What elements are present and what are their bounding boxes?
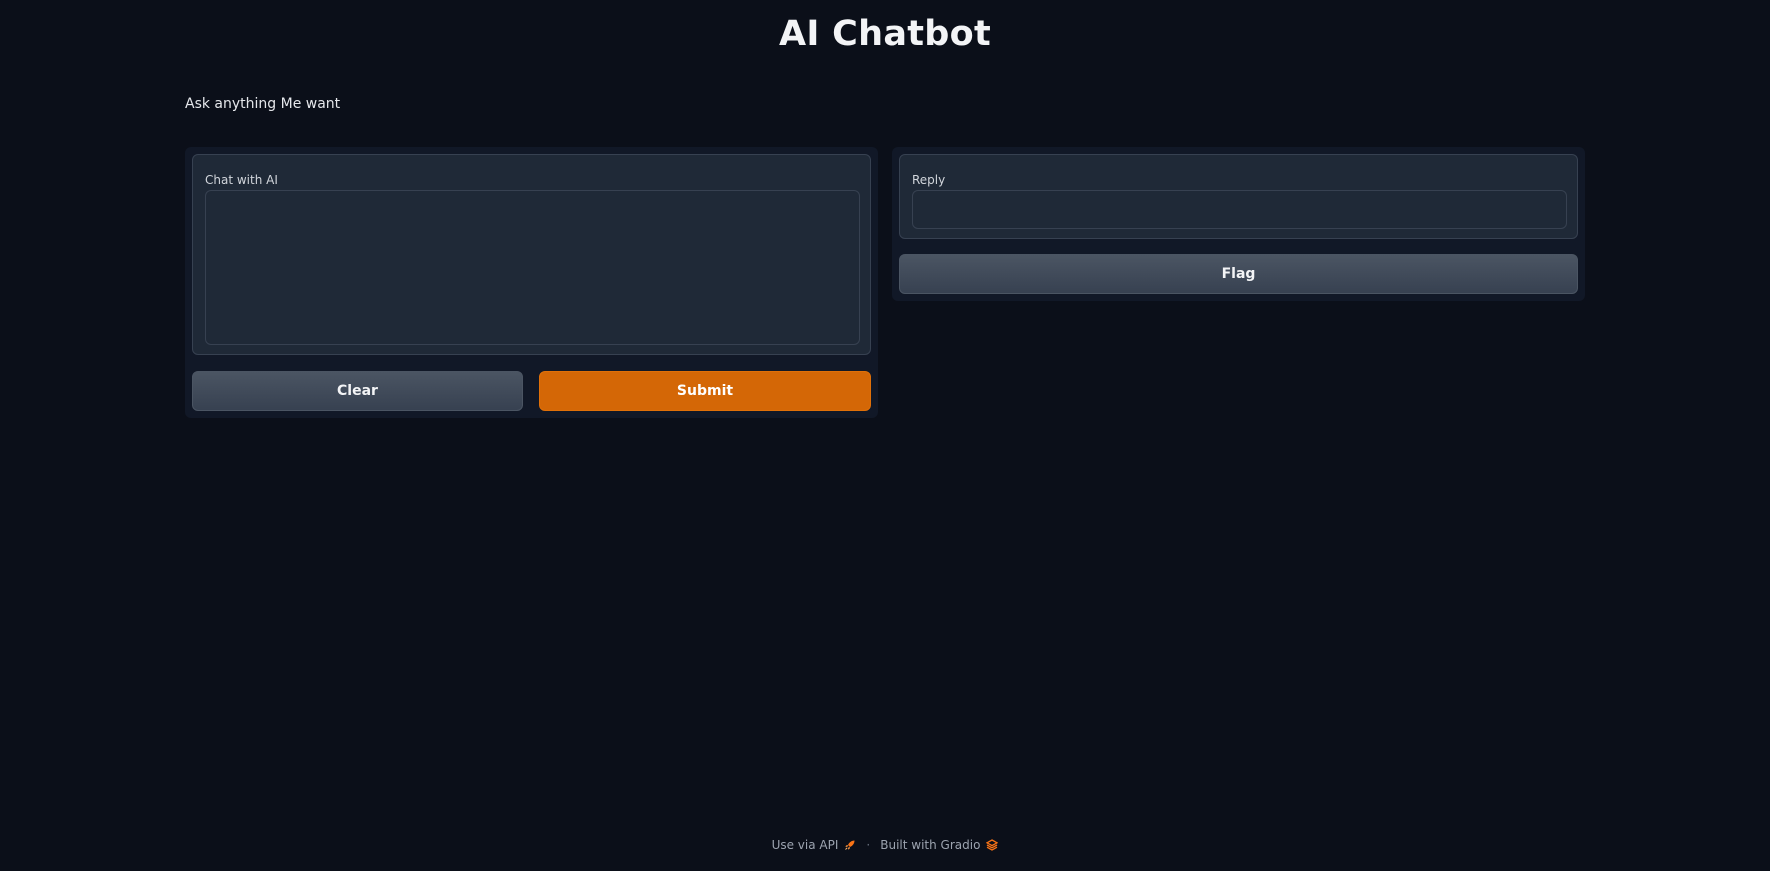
chat-input-label: Chat with AI [205, 173, 278, 187]
use-via-api-link[interactable]: Use via API [772, 838, 857, 852]
chat-input-block: Chat with AI [192, 154, 871, 355]
reply-output-block: Reply [899, 154, 1578, 239]
use-via-api-label: Use via API [771, 838, 839, 852]
clear-button[interactable]: Clear [192, 371, 523, 411]
page: AI Chatbot Ask anything Me want Chat wit… [0, 0, 1770, 871]
rocket-icon [844, 839, 856, 851]
input-panel: Chat with AI Clear Submit [185, 147, 878, 418]
chat-input-field[interactable] [205, 190, 860, 345]
output-panel: Reply Flag [892, 147, 1585, 301]
footer: Use via API · Built with Gradio [0, 838, 1770, 852]
footer-separator: · [866, 838, 871, 852]
reply-output-field[interactable] [912, 190, 1567, 229]
built-with-gradio-label: Built with Gradio [880, 838, 981, 852]
flag-button[interactable]: Flag [899, 254, 1578, 294]
page-description: Ask anything Me want [185, 96, 341, 112]
submit-button[interactable]: Submit [539, 371, 871, 411]
reply-label: Reply [912, 173, 946, 187]
built-with-gradio-link[interactable]: Built with Gradio [880, 838, 999, 852]
page-title: AI Chatbot [778, 14, 992, 54]
gradio-logo-icon [986, 839, 999, 851]
